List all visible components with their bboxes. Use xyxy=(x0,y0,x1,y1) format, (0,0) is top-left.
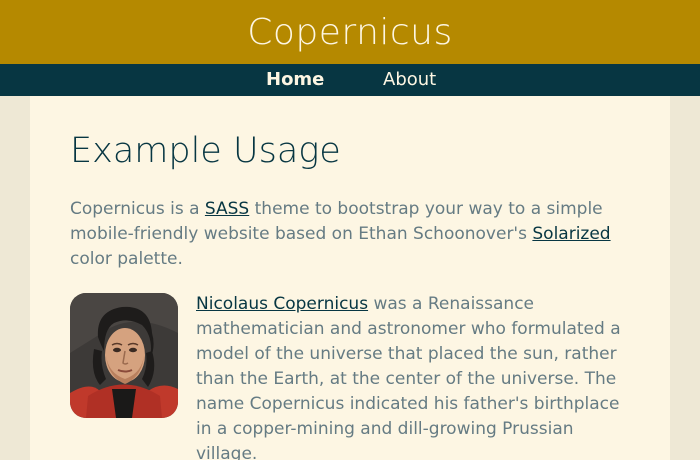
main-nav: Home About xyxy=(0,64,700,96)
intro-text-3: color palette. xyxy=(70,249,183,269)
intro-paragraph: Copernicus is a SASS theme to bootstrap … xyxy=(70,197,630,272)
copernicus-link[interactable]: Nicolaus Copernicus xyxy=(196,294,368,314)
solarized-link[interactable]: Solarized xyxy=(532,224,610,244)
bio-paragraph: Nicolaus Copernicus was a Renaissance ma… xyxy=(196,292,636,460)
site-header: Copernicus xyxy=(0,0,700,64)
page-heading: Example Usage xyxy=(70,131,341,171)
main-content: Example Usage Copernicus is a SASS theme… xyxy=(30,96,670,460)
page: Copernicus Home About Example Usage Cope… xyxy=(0,0,700,460)
bio-text: was a Renaissance mathematician and astr… xyxy=(196,294,621,460)
nav-about-link[interactable]: About xyxy=(383,64,436,96)
copernicus-portrait xyxy=(70,293,178,418)
site-title[interactable]: Copernicus xyxy=(247,12,453,53)
sass-link[interactable]: SASS xyxy=(205,199,249,219)
intro-text-1: Copernicus is a xyxy=(70,199,205,219)
nav-home-link[interactable]: Home xyxy=(266,64,324,96)
portrait-image xyxy=(70,293,178,418)
